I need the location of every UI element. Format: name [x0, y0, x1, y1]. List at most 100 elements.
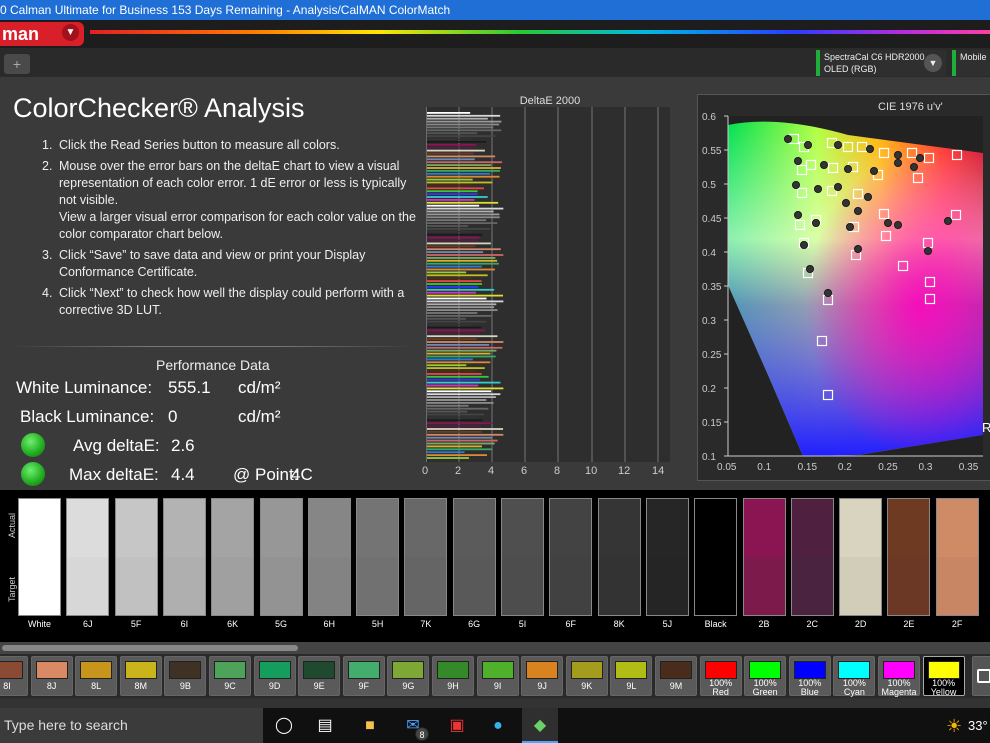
deltae-bar[interactable]: [427, 436, 493, 439]
deltae-bar[interactable]: [427, 387, 504, 390]
deltae-bar[interactable]: [427, 152, 474, 155]
deltae-bar[interactable]: [427, 248, 501, 251]
color-swatch[interactable]: [211, 498, 255, 616]
deltae-bar[interactable]: [427, 393, 501, 396]
task-view-icon[interactable]: ◯: [272, 714, 296, 738]
deltae-bar[interactable]: [427, 161, 503, 164]
color-swatch[interactable]: [935, 498, 979, 616]
deltae-bar[interactable]: [427, 294, 504, 297]
file-explorer-icon[interactable]: ■: [358, 714, 382, 738]
deltae-bar[interactable]: [427, 317, 466, 320]
deltae-bar[interactable]: [427, 329, 486, 332]
deltae-bar[interactable]: [427, 323, 474, 326]
deltae-bar[interactable]: [427, 425, 482, 427]
deltae-bar[interactable]: [427, 361, 491, 364]
point-button[interactable]: 100% Cyan: [833, 656, 876, 697]
deltae-bar[interactable]: [427, 315, 493, 317]
deltae-bar[interactable]: [427, 439, 498, 442]
gift-icon[interactable]: ▣: [445, 714, 469, 738]
deltae-bar[interactable]: [427, 117, 488, 120]
deltae-bar[interactable]: [427, 378, 481, 381]
point-button[interactable]: 9K: [565, 656, 608, 696]
deltae-bar[interactable]: [427, 251, 484, 253]
deltae-bar[interactable]: [427, 457, 469, 459]
deltae-bar[interactable]: [427, 373, 482, 375]
deltae-bar[interactable]: [427, 341, 504, 343]
deltae-bar[interactable]: [427, 187, 484, 190]
point-button[interactable]: 8L: [75, 656, 118, 696]
meter-device-selector[interactable]: SpectraCal C6 HDR2000 OLED (RGB) ▼: [816, 50, 946, 76]
point-button[interactable]: 8M: [119, 656, 162, 696]
deltae-bar[interactable]: [427, 274, 488, 277]
point-button[interactable]: 9M: [655, 656, 697, 696]
deltae-bar[interactable]: [427, 291, 477, 294]
point-button[interactable]: 9H: [432, 656, 474, 696]
color-swatch[interactable]: [404, 498, 448, 616]
deltae-bar[interactable]: [427, 451, 465, 454]
color-swatch[interactable]: [259, 498, 303, 616]
widgets-icon[interactable]: ▤: [313, 714, 337, 738]
deltae-bar[interactable]: [427, 126, 494, 129]
point-button[interactable]: 9I: [476, 656, 519, 696]
deltae-bar[interactable]: [427, 146, 479, 149]
deltae-bar[interactable]: [427, 216, 500, 219]
point-button[interactable]: 100% Magenta: [878, 656, 920, 697]
color-swatch[interactable]: [694, 498, 738, 616]
color-swatch[interactable]: [18, 498, 61, 616]
deltae-bar[interactable]: [427, 123, 500, 126]
deltae-bar[interactable]: [427, 254, 504, 256]
deltae-bar[interactable]: [427, 433, 504, 436]
deltae-bar[interactable]: [427, 245, 476, 248]
deltae-bar[interactable]: [427, 149, 485, 152]
deltae-bar[interactable]: [427, 210, 494, 213]
deltae-bar[interactable]: [427, 306, 495, 309]
deltae-bar[interactable]: [427, 404, 469, 407]
deltae-bar[interactable]: [427, 352, 491, 355]
deltae-bar[interactable]: [427, 381, 501, 384]
deltae-bar[interactable]: [427, 114, 501, 117]
point-button[interactable]: 9B: [164, 656, 207, 696]
deltae-bar[interactable]: [427, 277, 472, 280]
deltae-bar[interactable]: [427, 207, 504, 210]
deltae-bar[interactable]: [427, 184, 471, 187]
deltae-bar[interactable]: [427, 384, 479, 387]
deltae-bar[interactable]: [427, 419, 483, 422]
deltae-bar[interactable]: [427, 242, 491, 245]
deltae-bar[interactable]: [427, 225, 468, 227]
calman-taskbar-app[interactable]: ◆: [522, 708, 558, 743]
deltae-bar[interactable]: [427, 155, 496, 158]
deltae-bar[interactable]: [427, 201, 499, 204]
deltae-bar[interactable]: [427, 129, 502, 132]
deltae-bar[interactable]: [427, 175, 500, 178]
deltae-bar[interactable]: [427, 454, 488, 456]
deltae-bar[interactable]: [427, 219, 487, 222]
point-button[interactable]: 9G: [387, 656, 430, 696]
deltae-bar[interactable]: [427, 431, 482, 433]
deltae-bar[interactable]: [427, 410, 468, 413]
point-button[interactable]: 100% Blue: [788, 656, 831, 697]
deltae-bar[interactable]: [427, 416, 479, 419]
color-swatch[interactable]: [887, 498, 931, 616]
deltae-bar[interactable]: [427, 228, 490, 230]
deltae-bar[interactable]: [427, 390, 492, 393]
point-button[interactable]: 9E: [298, 656, 341, 696]
deltae-bar[interactable]: [427, 283, 483, 285]
deltae-bar[interactable]: [427, 271, 467, 274]
deltae-bar[interactable]: [427, 138, 472, 140]
point-button[interactable]: 8I: [0, 656, 28, 696]
deltae-bar[interactable]: [427, 320, 486, 323]
deltae-bar[interactable]: [427, 358, 473, 361]
deltae-bar[interactable]: [427, 445, 482, 448]
weather-icon[interactable]: ☀: [946, 714, 970, 738]
deltae-bar[interactable]: [427, 280, 482, 282]
deltae-bar[interactable]: [427, 178, 473, 181]
color-swatch[interactable]: [839, 498, 883, 616]
deltae-bar[interactable]: [427, 375, 489, 378]
chevron-down-icon[interactable]: ▼: [62, 24, 79, 41]
color-swatch[interactable]: [307, 498, 351, 616]
color-swatch[interactable]: [66, 498, 110, 616]
deltae-bar[interactable]: [427, 346, 503, 349]
deltae-bar[interactable]: [427, 326, 482, 329]
deltae-bar[interactable]: [427, 141, 487, 143]
point-button[interactable]: 9J: [521, 656, 564, 696]
